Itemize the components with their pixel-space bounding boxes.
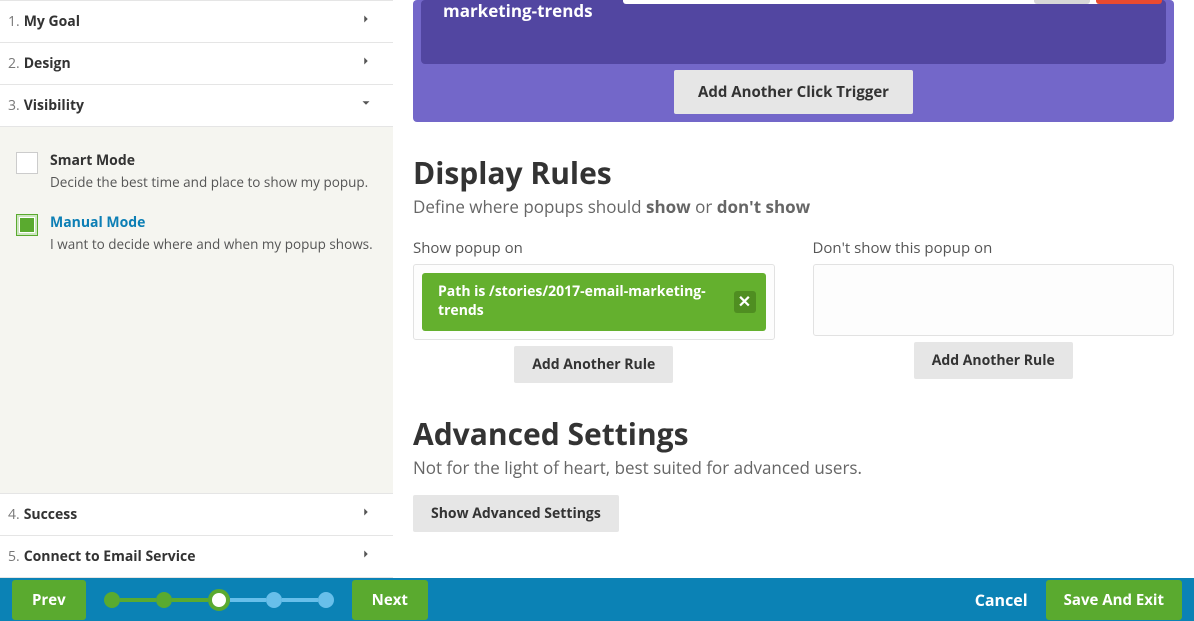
step-num: 5. [8, 547, 20, 566]
manual-mode-checkbox[interactable] [16, 214, 38, 236]
manual-mode-row[interactable]: Manual Mode I want to decide where and w… [16, 213, 377, 253]
sidebar-bottom: 4.Success 5.Connect to Email Service [0, 493, 393, 578]
step-num: 1. [8, 12, 20, 31]
hide-rules-box [813, 264, 1175, 336]
step-label: My Goal [24, 12, 80, 31]
next-button[interactable]: Next [352, 580, 428, 620]
progress-dot-3 [208, 589, 230, 611]
show-advanced-settings-button[interactable]: Show Advanced Settings [413, 495, 619, 532]
show-rules-box: Path is /stories/2017-email-marketing-tr… [413, 264, 775, 340]
step-connect-email[interactable]: 5.Connect to Email Service [0, 536, 393, 578]
smart-mode-checkbox[interactable] [16, 152, 38, 174]
display-rules-subtitle: Define where popups should show or don't… [413, 195, 1174, 218]
footer-bar: Prev Next Cancel Save And Exit [0, 578, 1194, 621]
progress-bar-1 [120, 598, 156, 602]
advanced-settings-heading: Advanced Settings [413, 413, 1174, 454]
rule-columns: Show popup on Path is /stories/2017-emai… [413, 238, 1174, 383]
show-rule-chip[interactable]: Path is /stories/2017-email-marketing-tr… [422, 273, 766, 331]
smart-mode-title: Smart Mode [50, 151, 368, 170]
smart-mode-row[interactable]: Smart Mode Decide the best time and plac… [16, 151, 377, 191]
progress-dot-2 [156, 592, 172, 608]
hide-rules-column: Don't show this popup on Add Another Rul… [813, 238, 1175, 383]
chevron-right-icon [359, 54, 373, 73]
show-rules-column: Show popup on Path is /stories/2017-emai… [413, 238, 775, 383]
step-num: 4. [8, 505, 20, 524]
progress-dot-1 [104, 592, 120, 608]
step-design[interactable]: 2.Design [0, 43, 393, 85]
remove-rule-icon[interactable]: ✕ [734, 291, 756, 313]
display-rules-heading: Display Rules [413, 152, 1174, 193]
progress-bar-2 [172, 598, 208, 602]
save-and-exit-button[interactable]: Save And Exit [1046, 580, 1182, 620]
prev-button[interactable]: Prev [12, 580, 86, 620]
chevron-right-icon [359, 12, 373, 31]
chevron-right-icon [359, 505, 373, 524]
sidebar: 1.My Goal 2.Design 3.Visibility Smart Mo… [0, 0, 393, 578]
rule-chip-text: Path is /stories/2017-email-marketing-tr… [438, 282, 706, 320]
cancel-button[interactable]: Cancel [975, 589, 1028, 611]
step-success[interactable]: 4.Success [0, 493, 393, 536]
step-label: Success [24, 505, 78, 524]
step-label: Visibility [24, 96, 84, 115]
chevron-right-icon [359, 547, 373, 566]
step-label: Connect to Email Service [24, 547, 196, 566]
main-content: marketing-trends Add Another Click Trigg… [393, 0, 1194, 578]
progress-dot-4 [266, 592, 282, 608]
add-click-trigger-button[interactable]: Add Another Click Trigger [674, 70, 913, 114]
progress-bar-4 [282, 598, 318, 602]
click-trigger-inner: marketing-trends [421, 0, 1166, 64]
progress-indicator [104, 589, 334, 611]
click-trigger-red-button[interactable] [1096, 0, 1162, 4]
step-num: 3. [8, 96, 20, 115]
chevron-down-icon [359, 96, 373, 115]
step-visibility[interactable]: 3.Visibility [0, 85, 393, 127]
progress-dot-5 [318, 592, 334, 608]
click-trigger-block: marketing-trends Add Another Click Trigg… [413, 0, 1174, 122]
hide-rules-label: Don't show this popup on [813, 238, 1175, 258]
step-my-goal[interactable]: 1.My Goal [0, 0, 393, 43]
show-rules-label: Show popup on [413, 238, 775, 258]
smart-mode-desc: Decide the best time and place to show m… [50, 173, 368, 191]
progress-bar-3 [230, 598, 266, 602]
manual-mode-desc: I want to decide where and when my popup… [50, 235, 373, 253]
step-num: 2. [8, 54, 20, 73]
step-label: Design [24, 54, 71, 73]
add-show-rule-button[interactable]: Add Another Rule [514, 346, 673, 383]
manual-mode-title: Manual Mode [50, 213, 373, 232]
click-trigger-gray-button[interactable] [1034, 0, 1090, 4]
add-hide-rule-button[interactable]: Add Another Rule [914, 342, 1073, 379]
advanced-settings-subtitle: Not for the light of heart, best suited … [413, 456, 1174, 479]
visibility-panel: Smart Mode Decide the best time and plac… [0, 127, 393, 285]
